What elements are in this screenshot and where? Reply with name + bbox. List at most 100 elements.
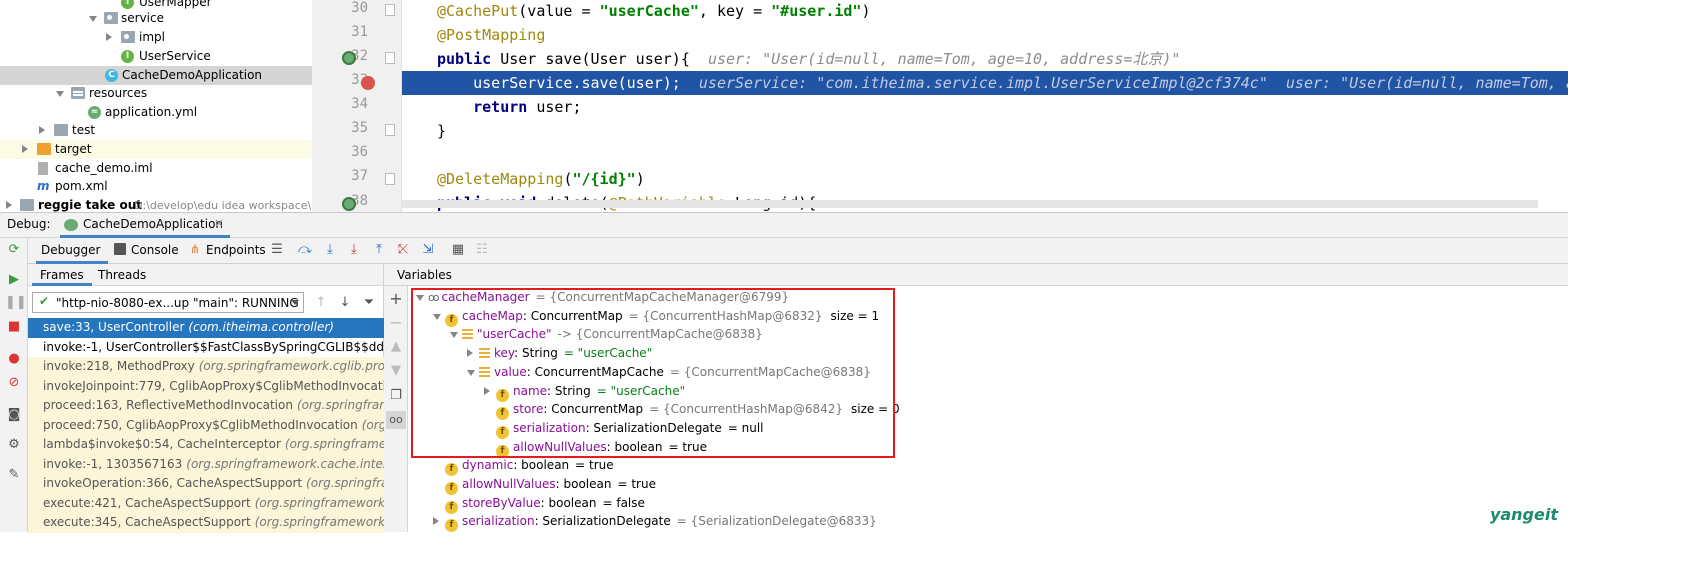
frame-row[interactable]: execute:421, CacheAspectSupport (org.spri… [28,493,384,513]
folder-icon [54,124,68,136]
frame-row[interactable]: invoke:218, MethodProxy (org.springframew… [28,357,384,377]
step-over-icon[interactable]: ⤼ [296,241,314,259]
code-editor[interactable]: @CachePut(value = "userCache", key = "#u… [402,0,1568,212]
chevron-down-icon[interactable] [56,91,64,97]
code-line[interactable]: @DeleteMapping("/{id}") [402,167,1568,191]
evaluate-expression-icon[interactable]: ▦ [449,241,467,259]
code-line-current[interactable]: userService.save(user); userService: "co… [402,71,1568,95]
fold-icon[interactable] [385,4,395,16]
breakpoint-icon[interactable] [361,76,375,90]
frame-row[interactable]: invokeJoinpoint:779, CglibAopProxy$Cglib… [28,376,384,396]
thread-select[interactable]: ✔ "http-nio-8080-ex...up "main": RUNNING [32,292,304,313]
step-out-icon[interactable]: ⤒ [370,241,388,259]
frame-row[interactable]: lambda$invoke$0:54, CacheInterceptor (org… [28,435,384,455]
spring-bean-gutter-icon[interactable] [342,197,356,211]
frame-row[interactable]: save:33, UserController (com.itheima.cont… [28,318,384,338]
package-folder-icon [121,31,135,43]
editor-gutter[interactable]: 30 31 32 33 34 35 36 37 38 [312,0,402,212]
code-token: @DeleteMapping [437,170,564,188]
arrow-up-icon[interactable]: ↑ [312,294,330,312]
close-icon[interactable]: × [214,216,224,230]
fold-icon[interactable] [385,52,395,64]
variable-row[interactable]: f dynamic: boolean = true [433,456,614,477]
tree-item-cache-demo-iml[interactable]: cache_demo.iml [0,159,312,178]
variable-value: = true [575,458,614,473]
line-number: 30 [351,0,368,16]
frame-method: invokeOperation:366, CacheAspectSupport [43,476,303,490]
fold-icon[interactable] [385,173,395,185]
step-into-icon[interactable]: ⤓ [321,241,339,259]
tree-item-userservice[interactable]: I UserService [0,47,312,66]
camera-icon[interactable]: ◙ [5,406,23,424]
mute-breakpoints-icon[interactable]: ⊘ [5,374,23,392]
remove-watch-icon[interactable]: − [387,314,405,332]
tree-item-pom-xml[interactable]: m pom.xml [0,177,312,196]
pin-icon[interactable]: ✎ [5,466,23,484]
move-down-icon[interactable]: ▼ [387,362,405,380]
frame-row[interactable]: invoke:-1, UserController$$FastClassBySp… [28,338,384,358]
editor-horizontal-scrollbar[interactable] [402,200,1538,208]
rerun-icon[interactable]: ⟳ [5,241,23,259]
code-line[interactable]: } [402,119,1568,143]
filter-icon[interactable]: ⏷ [360,294,378,312]
tree-item-reggie-take-out[interactable]: reggie take out D:\develop\edu idea work… [0,196,312,212]
tree-item-impl[interactable]: impl [0,28,312,47]
maven-file-icon: m [37,179,50,193]
force-step-into-icon[interactable]: ⤓ [345,241,363,259]
tab-debugger[interactable]: Debugger [41,243,100,257]
tab-endpoints[interactable]: Endpoints [206,243,266,257]
chevron-down-icon[interactable] [89,16,97,22]
copy-icon[interactable]: ❐ [387,387,405,405]
drop-frame-icon[interactable]: ⤪ [394,241,412,259]
frame-row[interactable]: invoke:-1, 1303567163 (org.springframewor… [28,454,384,474]
arrow-down-icon[interactable]: ↓ [336,294,354,312]
move-up-icon[interactable]: ▲ [387,338,405,356]
endpoints-icon: ⋔ [190,242,201,256]
variable-row[interactable]: f serialization: SerializationDelegate = {… [433,512,877,532]
tree-item-resources[interactable]: resources [0,84,312,103]
stop-icon[interactable]: ■ [5,318,23,336]
frame-row[interactable]: execute:345, CacheAspectSupport (org.spri… [28,513,384,533]
highlight-box [411,288,895,458]
console-icon [114,243,126,255]
resume-icon[interactable]: ▶ [5,271,23,289]
variable-type: : SerializationDelegate [534,514,671,529]
glasses-icon[interactable]: oo [386,411,406,429]
variables-title: Variables [397,268,452,282]
chevron-right-icon[interactable] [433,517,439,526]
pause-icon[interactable]: ❚❚ [5,294,27,312]
tree-item-target[interactable]: target [0,140,312,159]
fold-icon[interactable] [385,124,395,136]
tree-item-application-yml[interactable]: ≈ application.yml [0,103,312,122]
tab-frames[interactable]: Frames [40,268,84,282]
chevron-right-icon[interactable] [39,126,45,134]
tree-item-test[interactable]: test [0,121,312,140]
variable-row[interactable]: f storeByValue: boolean = false [433,494,645,514]
tree-item-service[interactable]: service [0,9,312,28]
tab-console[interactable]: Console [131,243,179,257]
code-line[interactable] [402,143,1568,167]
tab-threads[interactable]: Threads [98,268,146,282]
frame-row[interactable]: invokeOperation:366, CacheAspectSupport(… [28,474,384,494]
code-line[interactable]: public User save(User user){ user: "User… [402,47,1568,71]
debug-session-tab[interactable]: CacheDemoApplication [83,217,223,231]
variable-row[interactable]: f allowNullValues: boolean = true [433,475,656,495]
tree-item-cachedemoapplication[interactable]: C CacheDemoApplication [0,66,312,85]
code-line[interactable]: @PostMapping [402,23,1568,47]
menu-icon[interactable]: ☰ [268,241,286,259]
run-to-cursor-icon[interactable]: ⇲ [419,241,437,259]
code-line[interactable]: return user; [402,95,1568,119]
frame-row[interactable]: proceed:750, CglibAopProxy$CglibMethodIn… [28,415,384,435]
frame-row[interactable]: proceed:163, ReflectiveMethodInvocation(… [28,396,384,416]
trace-icon[interactable]: ☷ [473,241,491,259]
chevron-right-icon[interactable] [22,145,28,153]
view-breakpoints-icon[interactable]: ● [5,350,23,368]
chevron-right-icon[interactable] [6,201,12,209]
chevron-right-icon[interactable] [106,33,112,41]
spring-bean-gutter-icon[interactable] [342,51,356,65]
spring-run-icon [64,219,78,231]
gear-icon[interactable]: ⚙ [5,436,23,454]
frames-panel: Frames Threads ✔ "http-nio-8080-ex...up … [28,264,384,533]
code-line[interactable]: @CachePut(value = "userCache", key = "#u… [402,0,1568,23]
add-watch-icon[interactable]: + [387,290,405,308]
